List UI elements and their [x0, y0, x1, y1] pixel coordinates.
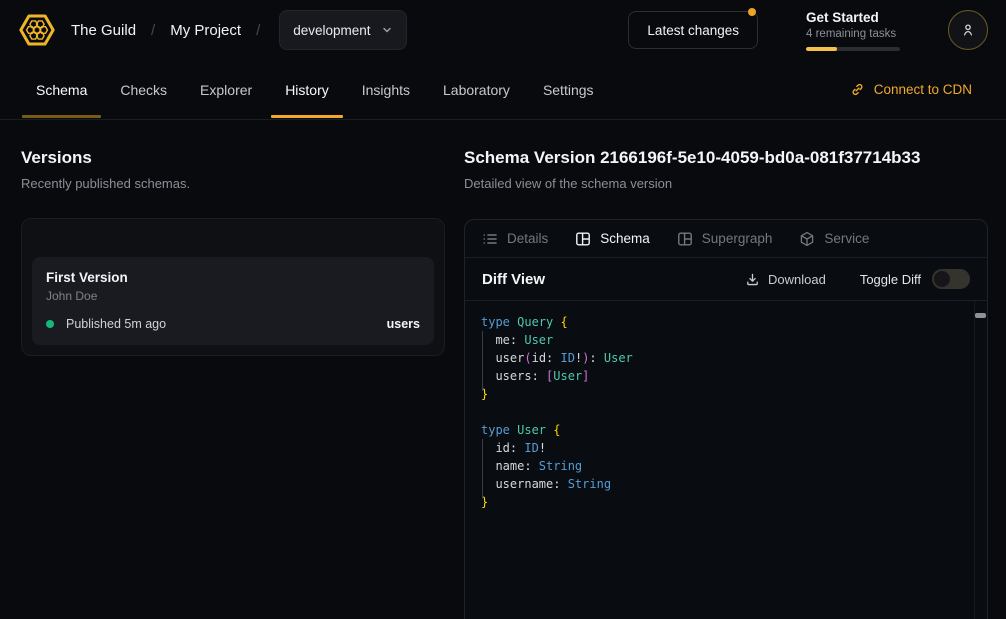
- get-started-subtitle: 4 remaining tasks: [806, 28, 900, 40]
- nav-tab-laboratory[interactable]: Laboratory: [429, 60, 524, 119]
- columns-icon: [575, 231, 591, 247]
- schema-version-title: Schema Version 2166196f-5e10-4059-bd0a-0…: [464, 148, 988, 168]
- connect-to-cdn-label: Connect to CDN: [874, 82, 972, 97]
- main-content: Versions Recently published schemas. Fir…: [0, 120, 1006, 619]
- nav-tab-schema[interactable]: Schema: [22, 60, 101, 119]
- latest-changes-label: Latest changes: [647, 23, 739, 38]
- get-started-title: Get Started: [806, 10, 900, 25]
- diff-view-title: Diff View: [482, 271, 545, 288]
- code-line: type Query {: [481, 313, 971, 331]
- person-icon: [960, 22, 976, 38]
- top-bar: The Guild / My Project / development Lat…: [0, 0, 1006, 60]
- code-line: }: [481, 385, 971, 403]
- notification-dot: [748, 8, 756, 16]
- published-status-dot: [46, 320, 54, 328]
- project-name[interactable]: My Project: [170, 22, 241, 39]
- org-name[interactable]: The Guild: [71, 22, 136, 39]
- code-line: id: ID!: [481, 439, 971, 457]
- detail-tab-label: Details: [507, 231, 548, 246]
- target-nav: Schema Checks Explorer History Insights Labor…: [0, 60, 1006, 120]
- version-list: First Version John Doe Published 5m ago use…: [32, 257, 434, 345]
- code-line: name: String: [481, 457, 971, 475]
- version-status: Published 5m ago: [66, 317, 166, 331]
- breadcrumb: The Guild / My Project / development: [18, 10, 407, 50]
- nav-tab-settings[interactable]: Settings: [529, 60, 608, 119]
- cube-icon: [799, 231, 815, 247]
- version-author: John Doe: [46, 289, 420, 303]
- columns-icon: [677, 231, 693, 247]
- user-avatar[interactable]: [948, 10, 988, 50]
- link-icon: [850, 82, 865, 97]
- nav-tab-label: Checks: [120, 82, 167, 98]
- nav-tab-explorer[interactable]: Explorer: [186, 60, 266, 119]
- detail-tab-label: Supergraph: [702, 231, 773, 246]
- toggle-diff-switch[interactable]: [932, 269, 970, 289]
- environment-dropdown-value: development: [293, 23, 370, 38]
- diff-view-header: Diff View Download Toggle Diff: [465, 258, 987, 301]
- schema-detail-panel: Details Schema Supergraph Service Diff View…: [464, 219, 988, 619]
- list-icon: [482, 231, 498, 247]
- code-line: me: User: [481, 331, 971, 349]
- get-started-progress-bar: [806, 47, 900, 51]
- chevron-down-icon: [381, 24, 393, 36]
- latest-changes-button[interactable]: Latest changes: [628, 11, 758, 49]
- scrollbar-track: [974, 301, 987, 619]
- top-bar-right: Latest changes Get Started 4 remaining t…: [628, 10, 988, 51]
- indent-guide: [482, 439, 483, 499]
- versions-subtitle: Recently published schemas.: [21, 176, 464, 191]
- get-started-widget[interactable]: Get Started 4 remaining tasks: [806, 10, 900, 51]
- nav-tab-insights[interactable]: Insights: [348, 60, 424, 119]
- code-line: users: [User]: [481, 367, 971, 385]
- version-list-item[interactable]: First Version John Doe Published 5m ago use…: [32, 257, 434, 345]
- versions-sidebar: Versions Recently published schemas. Fir…: [0, 120, 464, 619]
- versions-title: Versions: [21, 148, 464, 168]
- versions-card: First Version John Doe Published 5m ago use…: [21, 218, 445, 356]
- nav-tab-label: Explorer: [200, 82, 252, 98]
- toggle-knob: [934, 271, 950, 287]
- breadcrumb-separator: /: [151, 22, 155, 39]
- nav-tab-label: History: [285, 82, 329, 98]
- nav-tab-history[interactable]: History: [271, 60, 343, 119]
- code-line: user(id: ID!): User: [481, 349, 971, 367]
- detail-tab-label: Schema: [600, 231, 650, 246]
- schema-code-viewer[interactable]: type Query { me: User user(id: ID!): Use…: [465, 301, 987, 619]
- code-line: type User {: [481, 421, 971, 439]
- nav-tab-label: Laboratory: [443, 82, 510, 98]
- version-meta-row: Published 5m ago users: [46, 317, 420, 331]
- toggle-diff-label: Toggle Diff: [860, 272, 921, 287]
- detail-tab-schema[interactable]: Schema: [575, 231, 650, 247]
- nav-tabs: Schema Checks Explorer History Insights Labor…: [22, 60, 608, 119]
- tab-underline: [22, 115, 101, 118]
- download-button[interactable]: Download: [739, 271, 832, 288]
- service-name-badge: users: [387, 317, 420, 331]
- nav-tab-checks[interactable]: Checks: [106, 60, 181, 119]
- nav-tab-label: Insights: [362, 82, 410, 98]
- download-label: Download: [768, 272, 826, 287]
- code-line: username: String: [481, 475, 971, 493]
- nav-tab-label: Schema: [36, 82, 87, 98]
- scrollbar-thumb[interactable]: [975, 313, 986, 318]
- detail-tab-details[interactable]: Details: [482, 231, 548, 247]
- indent-guide: [482, 331, 483, 391]
- detail-tab-supergraph[interactable]: Supergraph: [677, 231, 773, 247]
- environment-dropdown[interactable]: development: [279, 10, 406, 50]
- hive-logo-icon: [18, 11, 56, 49]
- connect-to-cdn-button[interactable]: Connect to CDN: [850, 60, 988, 119]
- detail-panel-tabs: Details Schema Supergraph Service: [465, 220, 987, 258]
- schema-version-subtitle: Detailed view of the schema version: [464, 176, 988, 191]
- detail-tab-label: Service: [824, 231, 869, 246]
- download-icon: [745, 272, 760, 287]
- schema-version-detail: Schema Version 2166196f-5e10-4059-bd0a-0…: [464, 120, 1006, 619]
- version-name: First Version: [46, 270, 420, 285]
- diff-view-actions: Download Toggle Diff: [739, 269, 970, 289]
- code-line: [481, 403, 971, 421]
- progress-fill: [806, 47, 837, 51]
- breadcrumb-separator: /: [256, 22, 260, 39]
- code-line: }: [481, 493, 971, 511]
- tab-underline: [271, 115, 343, 118]
- nav-tab-label: Settings: [543, 82, 594, 98]
- detail-tab-service[interactable]: Service: [799, 231, 869, 247]
